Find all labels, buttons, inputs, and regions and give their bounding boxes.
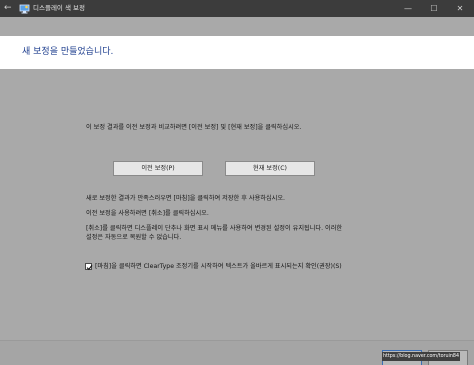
compare-instruction: 이 보정 결과를 이전 보정과 비교하려면 [이전 보정] 및 [현재 보정]을… — [86, 124, 302, 131]
cancel-info-text: 이전 보정을 사용하려면 [취소]를 클릭하십시오. — [86, 210, 209, 217]
title-bar: ← 디스플레이 색 보정 — ☐ ✕ — [0, 0, 474, 17]
back-arrow-icon[interactable]: ← — [4, 3, 14, 13]
cancel-warning-text-2: 설정은 자동으로 복원할 수 없습니다. — [86, 234, 182, 241]
cancel-warning-text-1: [취소]를 클릭하면 디스플레이 단추나 화면 표시 메뉴를 사용하여 변경된 … — [86, 225, 343, 232]
window-title: 디스플레이 색 보정 — [33, 4, 85, 12]
minimize-button[interactable]: — — [396, 0, 420, 17]
previous-calibration-label: 이전 보정(P) — [141, 165, 175, 172]
cleartype-label[interactable]: [마침]을 클릭하면 ClearType 조정기를 시작하여 텍스트가 올바르게… — [95, 262, 342, 271]
finish-info-text: 새로 보정한 결과가 만족스러우면 [마침]을 클릭하여 저장한 후 사용하십시… — [86, 195, 285, 202]
close-button[interactable]: ✕ — [448, 0, 472, 17]
maximize-button[interactable]: ☐ — [422, 0, 446, 17]
previous-calibration-button[interactable]: 이전 보정(P) — [113, 161, 203, 176]
wizard-content: 이 보정 결과를 이전 보정과 비교하려면 [이전 보정] 및 [현재 보정]을… — [0, 69, 474, 340]
display-calibration-icon — [19, 4, 30, 14]
current-calibration-label: 현재 보정(C) — [253, 165, 287, 172]
page-title: 새 보정을 만들었습니다. — [22, 47, 114, 57]
cleartype-checkbox[interactable] — [85, 263, 93, 271]
check-icon — [86, 265, 93, 271]
blog-watermark: https://blog.naver.com/toruin84 — [382, 352, 460, 361]
wizard-header: 새 보정을 만들었습니다. — [0, 36, 474, 69]
current-calibration-button[interactable]: 현재 보정(C) — [225, 161, 315, 176]
